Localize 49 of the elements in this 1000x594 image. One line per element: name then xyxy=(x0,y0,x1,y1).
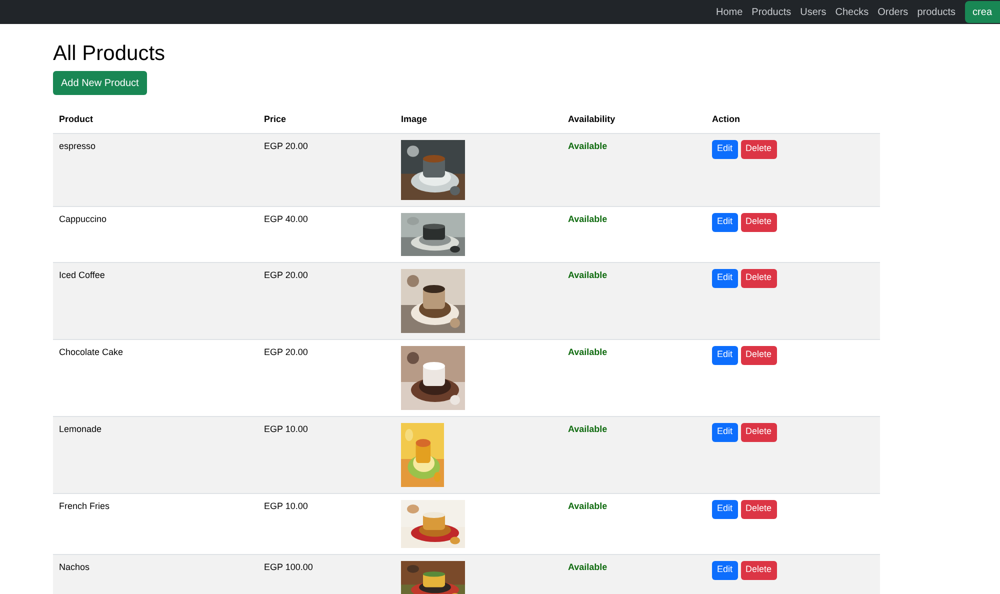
edit-button[interactable]: Edit xyxy=(712,422,738,442)
delete-button[interactable]: Delete xyxy=(740,268,777,288)
product-name: French Fries xyxy=(59,500,110,510)
availability-status: Available xyxy=(568,346,608,356)
delete-button[interactable]: Delete xyxy=(740,140,777,158)
delete-button[interactable]: Delete xyxy=(740,212,777,232)
nav-link[interactable]: Users xyxy=(800,4,826,20)
nav-link[interactable]: Orders xyxy=(878,4,908,20)
availability-status: Available xyxy=(568,140,608,150)
edit-button[interactable]: Edit xyxy=(712,346,738,364)
price: EGP 40.00 xyxy=(264,214,308,224)
delete-button[interactable]: Delete xyxy=(740,422,777,442)
edit-button[interactable]: Edit xyxy=(712,140,738,158)
nav-link[interactable]: Home xyxy=(716,4,743,20)
availability-status: Available xyxy=(568,214,608,224)
edit-button[interactable]: Edit xyxy=(712,268,738,288)
price: EGP 10.00 xyxy=(264,500,308,510)
edit-button[interactable]: Edit xyxy=(712,560,738,580)
price: EGP 10.00 xyxy=(264,424,308,434)
availability-status: Available xyxy=(568,562,608,572)
edit-button[interactable]: Edit xyxy=(712,212,738,232)
price: EGP 20.00 xyxy=(264,140,308,150)
nav-link[interactable]: products xyxy=(917,4,956,20)
column-header: Image xyxy=(401,114,428,124)
availability-status: Available xyxy=(568,500,608,510)
product-name: Iced Coffee xyxy=(59,270,105,280)
availability-status: Available xyxy=(568,424,608,434)
edit-button[interactable]: Edit xyxy=(712,500,738,518)
product-name: Lemonade xyxy=(59,424,102,434)
price: EGP 20.00 xyxy=(264,346,308,356)
delete-button[interactable]: Delete xyxy=(740,346,777,364)
create-button[interactable]: crea xyxy=(964,1,1000,23)
price: EGP 100.00 xyxy=(264,562,313,572)
column-header: Product xyxy=(59,114,94,124)
nav-link[interactable]: Products xyxy=(752,4,792,20)
page-title: All Products xyxy=(53,41,166,67)
add-product-button[interactable]: Add New Product xyxy=(53,71,147,95)
availability-status: Available xyxy=(568,270,608,280)
price: EGP 20.00 xyxy=(264,270,308,280)
column-header: Price xyxy=(264,114,286,124)
delete-button[interactable]: Delete xyxy=(740,560,777,580)
column-header: Availability xyxy=(568,114,616,124)
product-name: Chocolate Cake xyxy=(59,346,124,356)
product-name: Nachos xyxy=(59,562,90,572)
product-name: espresso xyxy=(59,140,96,150)
product-name: Cappuccino xyxy=(59,214,107,224)
column-header: Action xyxy=(712,114,740,124)
nav-link[interactable]: Checks xyxy=(835,4,869,20)
delete-button[interactable]: Delete xyxy=(740,500,777,518)
